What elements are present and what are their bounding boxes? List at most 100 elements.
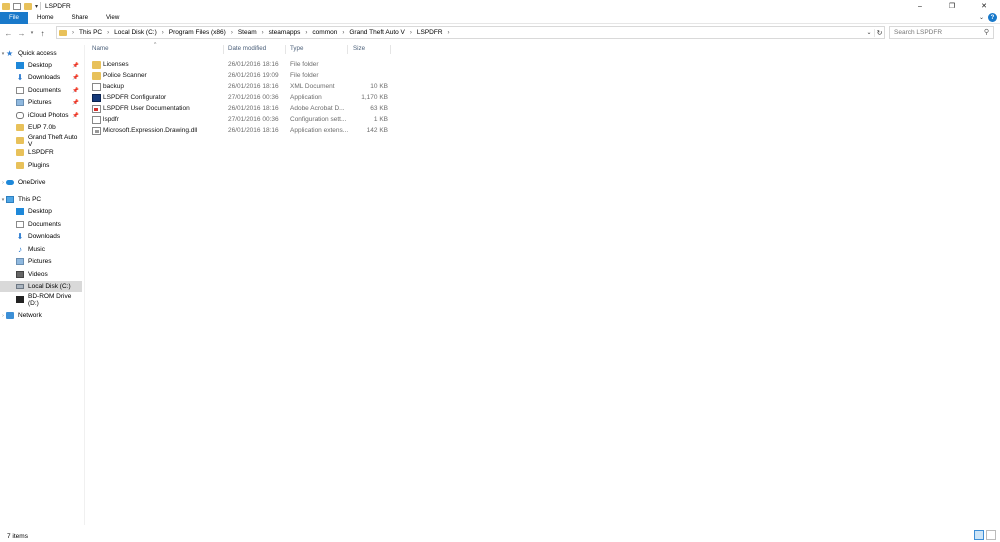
column-type-header[interactable]: Type — [290, 45, 303, 52]
breadcrumb-common[interactable]: common — [312, 29, 337, 36]
file-name: LSPDFR Configurator — [103, 94, 167, 101]
sidebar-item-pc-documents[interactable]: Documents — [0, 219, 82, 230]
sidebar-item-pictures[interactable]: Pictures 📌 — [0, 97, 82, 108]
sidebar-item-label: OneDrive — [18, 179, 46, 186]
file-row[interactable]: LSPDFR User Documentation 26/01/2016 18:… — [86, 103, 396, 114]
breadcrumb-steamapps[interactable]: steamapps — [269, 29, 301, 36]
file-row[interactable]: lspdfr 27/01/2016 00:36 Configuration se… — [86, 114, 396, 125]
file-row[interactable]: Microsoft.Expression.Drawing.dll 26/01/2… — [86, 125, 396, 136]
chevron-right-icon[interactable]: › — [231, 30, 233, 36]
sidebar-item-bd-rom[interactable]: BD-ROM Drive (D:) — [0, 293, 82, 307]
breadcrumb-steam[interactable]: Steam — [238, 29, 257, 36]
breadcrumb-this-pc[interactable]: This PC — [79, 29, 102, 36]
chevron-right-icon[interactable]: › — [342, 30, 344, 36]
recent-locations-button[interactable]: ▾ — [28, 26, 36, 40]
desktop-icon — [16, 62, 24, 69]
restore-button[interactable]: ❐ — [936, 0, 968, 12]
pin-icon: 📌 — [72, 87, 79, 94]
up-button[interactable]: ↑ — [36, 26, 49, 40]
sidebar-item-this-pc[interactable]: ▾ This PC — [0, 194, 82, 205]
navigation-bar: ← → ▾ ↑ › This PC › Local Disk (C:) › Pr… — [0, 25, 1000, 41]
chevron-right-icon[interactable]: › — [107, 30, 109, 36]
sidebar-item-pc-downloads[interactable]: ⬇ Downloads — [0, 231, 82, 242]
search-input[interactable]: Search LSPDFR ⚲ — [889, 26, 994, 39]
sidebar-item-label: Desktop — [28, 208, 52, 215]
tab-home[interactable]: Home — [28, 12, 63, 24]
sidebar-item-local-disk[interactable]: Local Disk (C:) — [0, 281, 82, 292]
breadcrumb-program-files[interactable]: Program Files (x86) — [169, 29, 226, 36]
restore-icon: ❐ — [948, 3, 956, 10]
file-row[interactable]: backup 26/01/2016 18:16 XML Document 10 … — [86, 81, 396, 92]
chevron-right-icon[interactable]: › — [72, 30, 74, 36]
sidebar-item-pc-videos[interactable]: Videos — [0, 269, 82, 280]
chevron-right-icon[interactable]: › — [162, 30, 164, 36]
sidebar-item-pc-desktop[interactable]: Desktop — [0, 206, 82, 217]
computer-icon — [6, 196, 14, 203]
file-date: 27/01/2016 00:36 — [228, 116, 279, 123]
details-view-icon[interactable] — [974, 530, 984, 540]
sidebar-item-label: Documents — [28, 87, 61, 94]
sidebar-item-eup[interactable]: EUP 7.0b — [0, 122, 82, 133]
address-bar[interactable]: › This PC › Local Disk (C:) › Program Fi… — [56, 26, 885, 39]
column-date-header[interactable]: Date modified — [228, 45, 266, 52]
file-date: 26/01/2016 18:16 — [228, 127, 279, 134]
new-folder-icon[interactable] — [24, 2, 32, 10]
file-name: backup — [103, 83, 124, 90]
close-button[interactable]: ✕ — [968, 0, 1000, 12]
address-history-icon[interactable]: ⌄ — [864, 29, 874, 36]
sidebar-item-pc-pictures[interactable]: Pictures — [0, 256, 82, 267]
column-separator[interactable] — [347, 45, 348, 54]
forward-button[interactable]: → — [15, 26, 28, 40]
help-icon[interactable]: ? — [988, 13, 997, 22]
sidebar-item-lspdfr[interactable]: LSPDFR — [0, 147, 82, 158]
chevron-right-icon[interactable]: › — [262, 30, 264, 36]
file-row[interactable]: Police Scanner 26/01/2016 19:09 File fol… — [86, 70, 396, 81]
sidebar-item-plugins[interactable]: Plugins — [0, 160, 82, 171]
sidebar-item-quick-access[interactable]: ▾ ★ Quick access — [0, 48, 82, 59]
documents-icon — [16, 87, 24, 94]
customize-toolbar-icon[interactable]: ▾ — [35, 3, 38, 10]
file-row[interactable]: LSPDFR Configurator 27/01/2016 00:36 App… — [86, 92, 396, 103]
back-button[interactable]: ← — [2, 26, 15, 40]
tab-share[interactable]: Share — [63, 12, 98, 24]
pane-divider[interactable] — [84, 45, 85, 525]
large-icons-view-icon[interactable] — [986, 530, 996, 540]
sidebar-item-icloud-photos[interactable]: iCloud Photos 📌 — [0, 110, 82, 121]
onedrive-icon — [6, 180, 14, 185]
sidebar-item-downloads[interactable]: ⬇ Downloads 📌 — [0, 72, 82, 83]
file-name: Licenses — [103, 61, 129, 68]
breadcrumb-gta-v[interactable]: Grand Theft Auto V — [349, 29, 405, 36]
sidebar-item-desktop[interactable]: Desktop 📌 — [0, 60, 82, 71]
chevron-right-icon[interactable]: › — [410, 30, 412, 36]
sidebar-item-label: Pictures — [28, 258, 52, 265]
expand-ribbon-icon[interactable]: ⌄ — [979, 14, 984, 21]
column-separator[interactable] — [223, 45, 224, 54]
file-date: 26/01/2016 18:16 — [228, 105, 279, 112]
column-separator[interactable] — [390, 45, 391, 54]
ribbon: File Home Share View ⌄ ? — [0, 11, 1000, 24]
file-date: 27/01/2016 00:36 — [228, 94, 279, 101]
column-separator[interactable] — [285, 45, 286, 54]
column-name-header[interactable]: Name — [92, 45, 109, 52]
breadcrumb-local-disk[interactable]: Local Disk (C:) — [114, 29, 157, 36]
sidebar-item-pc-music[interactable]: ♪ Music — [0, 244, 82, 255]
sidebar-item-gta-v[interactable]: Grand Theft Auto V — [0, 134, 82, 148]
chevron-right-icon[interactable]: › — [448, 30, 450, 36]
tab-file[interactable]: File — [0, 11, 28, 24]
tab-view[interactable]: View — [97, 12, 128, 24]
sidebar-item-onedrive[interactable]: › OneDrive — [0, 177, 82, 188]
address-controls: ⌄ ↻ — [864, 27, 884, 38]
documents-icon — [16, 221, 24, 228]
sidebar-item-network[interactable]: › Network — [0, 310, 82, 321]
chevron-right-icon[interactable]: › — [305, 30, 307, 36]
file-size: 1,170 KB — [361, 94, 388, 101]
search-icon[interactable]: ⚲ — [984, 28, 989, 36]
minimize-button[interactable]: – — [904, 0, 936, 12]
refresh-icon[interactable]: ↻ — [874, 28, 884, 37]
breadcrumb-lspdfr[interactable]: LSPDFR — [417, 29, 443, 36]
properties-icon[interactable] — [13, 2, 21, 10]
column-size-header[interactable]: Size — [353, 45, 365, 52]
file-row[interactable]: Licenses 26/01/2016 18:16 File folder — [86, 59, 396, 70]
sidebar-item-documents[interactable]: Documents 📌 — [0, 85, 82, 96]
star-icon: ★ — [6, 49, 14, 58]
